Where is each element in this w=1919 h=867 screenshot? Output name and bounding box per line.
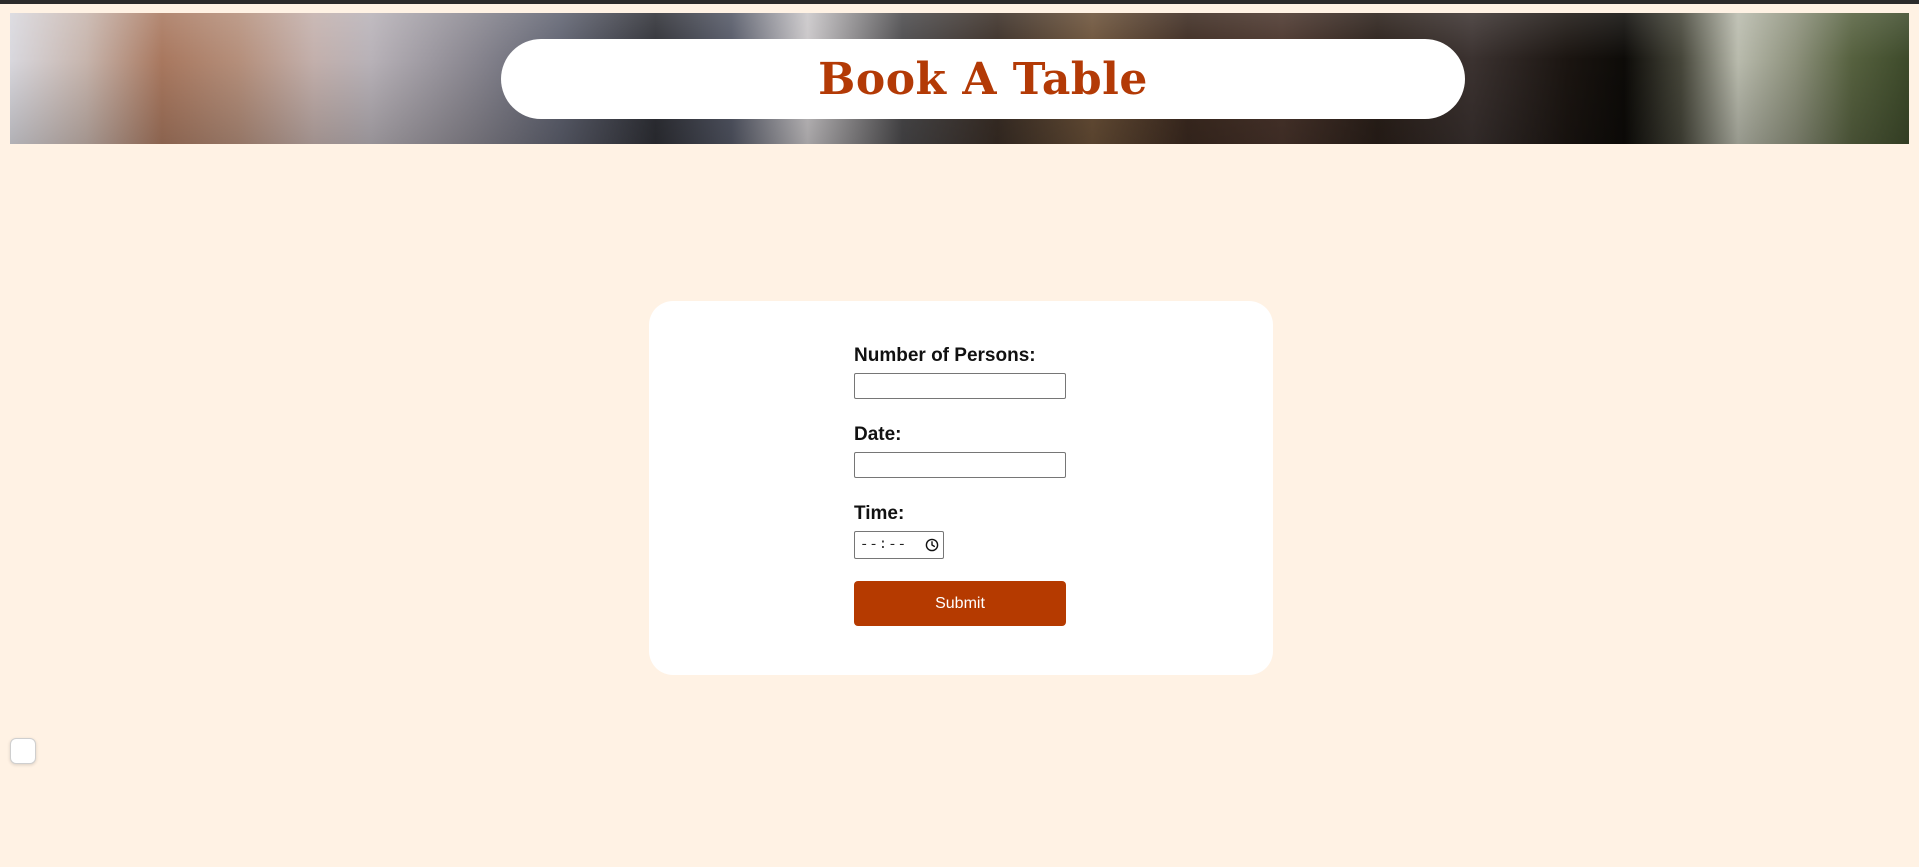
submit-button[interactable]: Submit [854,581,1066,626]
time-label: Time: [854,503,905,524]
persons-group: Number of Persons: [854,345,1068,399]
date-label: Date: [854,424,902,445]
top-edge [0,0,1919,4]
clock-icon[interactable] [925,538,939,552]
title-pill: Book A Table [501,39,1465,119]
corner-checkbox[interactable] [10,738,36,764]
persons-input[interactable] [854,373,1066,399]
time-placeholder: --:-- [860,537,908,553]
time-group: Time: --:-- [854,503,1068,559]
hero-banner: Book A Table [10,13,1909,144]
booking-form: Number of Persons: Date: Time: --:-- Sub… [854,345,1068,626]
time-input[interactable]: --:-- [854,531,944,559]
page-title: Book A Table [818,53,1148,105]
date-group: Date: [854,424,1068,478]
persons-label: Number of Persons: [854,345,1036,366]
booking-card: Number of Persons: Date: Time: --:-- Sub… [649,301,1273,675]
date-input[interactable] [854,452,1066,478]
